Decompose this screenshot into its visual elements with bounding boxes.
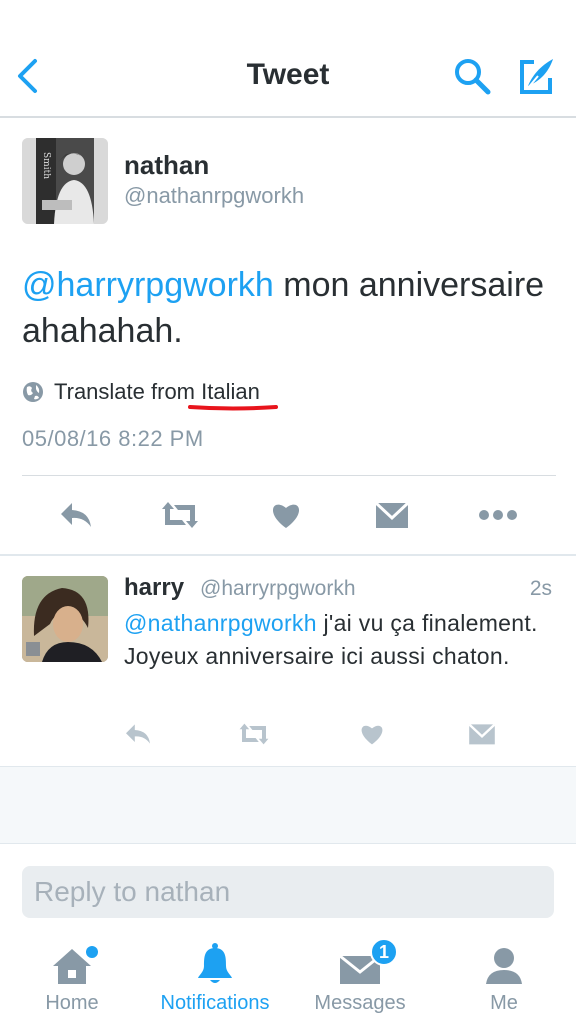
tab-notifications-label: Notifications bbox=[160, 992, 270, 1014]
reply-retweet-button[interactable] bbox=[232, 714, 276, 754]
retweet-icon bbox=[162, 502, 198, 528]
retweet-button[interactable] bbox=[152, 490, 208, 540]
avatar-image bbox=[22, 576, 108, 662]
top-navigation-bar: Tweet bbox=[0, 0, 576, 118]
tab-me-label: Me bbox=[490, 992, 518, 1014]
direct-message-button[interactable] bbox=[364, 490, 420, 540]
author-avatar[interactable]: Smith bbox=[22, 138, 108, 224]
bottom-tab-bar: Home Notifications 1 Messages Me bbox=[0, 936, 576, 1024]
retweet-icon bbox=[239, 723, 269, 745]
svg-text:Smith: Smith bbox=[41, 152, 51, 179]
divider bbox=[0, 843, 576, 844]
search-icon bbox=[455, 59, 491, 95]
reply-author-name[interactable]: harry bbox=[124, 574, 184, 602]
tab-home-label: Home bbox=[45, 992, 99, 1014]
dm-icon bbox=[468, 723, 496, 745]
bell-icon bbox=[198, 943, 232, 983]
reply-text: @nathanrpgworkh j'ai vu ça finalement. J… bbox=[124, 607, 554, 673]
author-name[interactable]: nathan bbox=[124, 150, 209, 181]
compose-icon bbox=[520, 59, 553, 94]
like-icon bbox=[272, 504, 300, 528]
reply-mention-link[interactable]: @nathanrpgworkh bbox=[124, 610, 317, 636]
more-button[interactable] bbox=[470, 490, 526, 540]
reply-icon bbox=[126, 724, 150, 744]
tab-messages-label: Messages bbox=[314, 992, 406, 1014]
compose-button[interactable] bbox=[510, 52, 562, 100]
dm-icon bbox=[375, 501, 409, 528]
tab-home[interactable]: Home bbox=[22, 936, 122, 1024]
reply-author-handle[interactable]: @harryrpgworkh bbox=[200, 577, 356, 601]
empty-space bbox=[0, 767, 576, 843]
tab-me[interactable]: Me bbox=[464, 936, 544, 1024]
reply-dm-button[interactable] bbox=[460, 714, 504, 754]
reply-reply-button[interactable] bbox=[116, 714, 160, 754]
person-icon bbox=[486, 948, 522, 984]
search-button[interactable] bbox=[448, 52, 496, 100]
reply-time: 2s bbox=[529, 577, 552, 600]
red-underline-annotation bbox=[188, 405, 278, 411]
tweet-mention-link[interactable]: @harryrpgworkh bbox=[22, 266, 274, 304]
reply-input[interactable] bbox=[22, 866, 554, 918]
reply-icon bbox=[61, 503, 91, 527]
divider bbox=[0, 554, 576, 556]
messages-badge: 1 bbox=[370, 938, 398, 966]
tweet-timestamp: 05/08/16 8:22 PM bbox=[22, 426, 204, 451]
translate-link[interactable]: Translate from Italian bbox=[22, 378, 260, 406]
reply-actions bbox=[0, 714, 576, 754]
translate-text: Translate from Italian bbox=[54, 379, 260, 404]
author-handle[interactable]: @nathanrpgworkh bbox=[124, 183, 304, 209]
reply-button[interactable] bbox=[48, 490, 104, 540]
like-icon bbox=[361, 725, 383, 745]
reply-author-avatar[interactable] bbox=[22, 576, 108, 662]
home-notification-dot bbox=[86, 946, 98, 958]
reply-like-button[interactable] bbox=[350, 714, 394, 754]
like-button[interactable] bbox=[258, 490, 314, 540]
tab-notifications[interactable]: Notifications bbox=[144, 936, 286, 1024]
divider bbox=[22, 475, 556, 476]
tab-messages[interactable]: 1 Messages bbox=[306, 936, 414, 1024]
globe-icon bbox=[23, 382, 43, 402]
avatar-image: Smith bbox=[22, 138, 108, 224]
more-icon bbox=[479, 510, 517, 520]
tweet-actions bbox=[0, 490, 576, 540]
tweet-text: @harryrpgworkh mon anniversaire ahahahah… bbox=[22, 262, 562, 354]
